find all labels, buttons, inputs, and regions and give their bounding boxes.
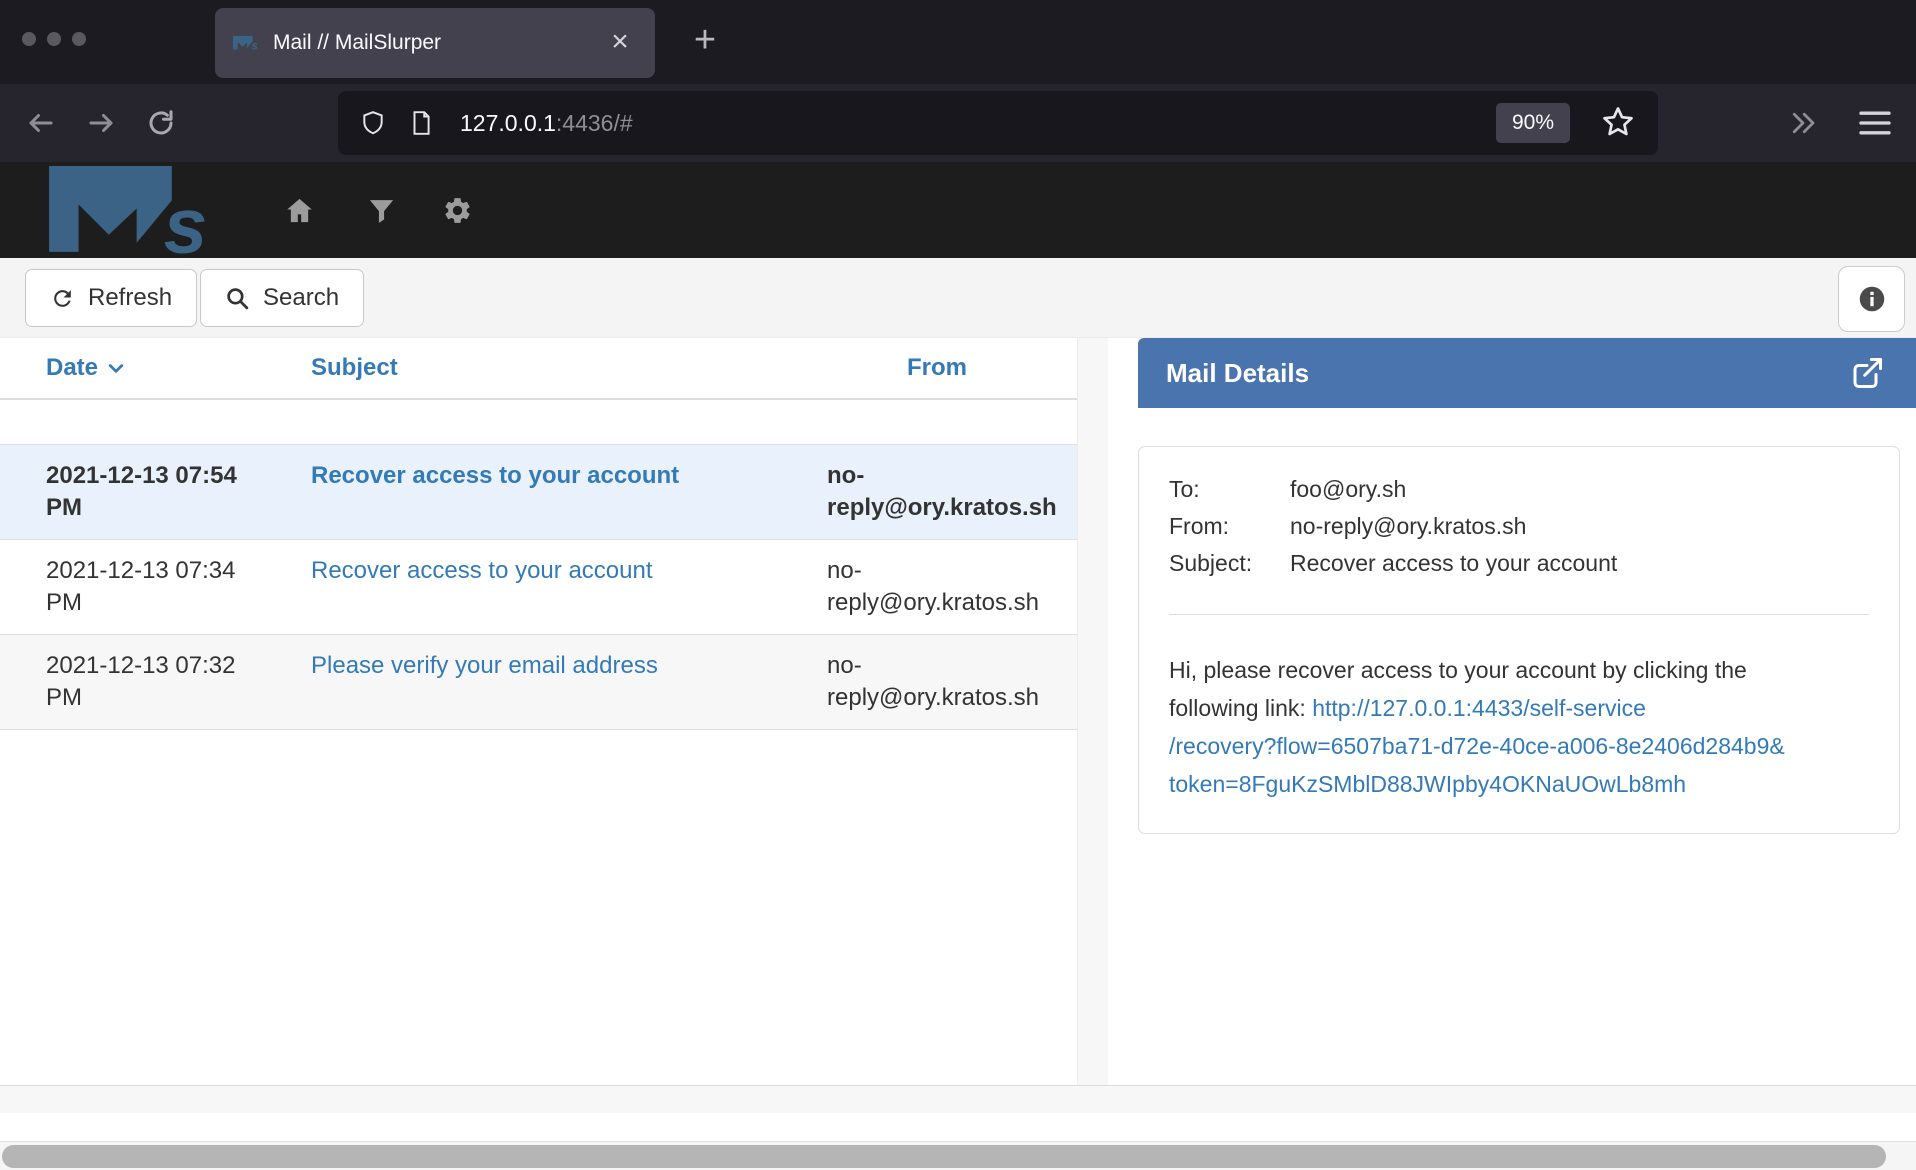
bookmark-star-icon[interactable] bbox=[1600, 104, 1636, 140]
window-controls[interactable] bbox=[22, 32, 86, 46]
refresh-icon bbox=[50, 286, 75, 311]
mail-row[interactable]: 2021-12-13 07:32 PM Please verify your e… bbox=[0, 634, 1077, 730]
column-header-date[interactable]: Date bbox=[46, 354, 256, 382]
mail-details-header: Mail Details bbox=[1138, 338, 1916, 408]
subject-value: Recover access to your account bbox=[1290, 545, 1617, 582]
to-label: To: bbox=[1169, 471, 1290, 508]
svg-text:s: s bbox=[164, 182, 208, 256]
field-subject: Subject: Recover access to your account bbox=[1169, 545, 1869, 582]
url-bar[interactable]: 127.0.0.1:4436/# 90% bbox=[338, 91, 1658, 155]
mail-body: Hi, please recover access to your accoun… bbox=[1169, 651, 1869, 803]
mail-list-body: 2021-12-13 07:54 PM Recover access to yo… bbox=[0, 400, 1077, 730]
refresh-button[interactable]: Refresh bbox=[25, 269, 197, 327]
svg-text:s: s bbox=[251, 38, 258, 52]
mail-row-from: no-reply@ory.kratos.sh bbox=[827, 650, 1057, 714]
mail-row-subject[interactable]: Recover access to your account bbox=[311, 460, 761, 524]
search-icon bbox=[225, 286, 250, 311]
to-value: foo@ory.sh bbox=[1290, 471, 1406, 508]
url-host: 127.0.0.1 bbox=[460, 110, 556, 136]
mail-row-date: 2021-12-13 07:34 PM bbox=[46, 555, 256, 619]
field-to: To: foo@ory.sh bbox=[1169, 471, 1869, 508]
horizontal-scrollbar-thumb[interactable] bbox=[2, 1145, 1886, 1168]
from-value: no-reply@ory.kratos.sh bbox=[1290, 508, 1526, 545]
mail-row-date: 2021-12-13 07:54 PM bbox=[46, 460, 256, 524]
new-tab-button[interactable]: + bbox=[678, 14, 732, 68]
browser-toolbar: 127.0.0.1:4436/# 90% bbox=[0, 84, 1916, 162]
reload-icon[interactable] bbox=[146, 108, 176, 138]
mailslurper-logo: s bbox=[30, 166, 240, 256]
body-text: following link: bbox=[1169, 695, 1306, 721]
mailslurper-navbar: s bbox=[0, 162, 1916, 258]
window-dot[interactable] bbox=[47, 32, 61, 46]
url-text[interactable]: 127.0.0.1:4436/# bbox=[460, 110, 633, 137]
browser-chrome: s Mail // MailSlurper × + 127.0.0.1:4436… bbox=[0, 0, 1916, 162]
tab-strip: s Mail // MailSlurper × + bbox=[0, 0, 1916, 84]
mail-row-date: 2021-12-13 07:32 PM bbox=[46, 650, 256, 714]
mail-row-from: no-reply@ory.kratos.sh bbox=[827, 460, 1057, 524]
zoom-level-badge[interactable]: 90% bbox=[1496, 103, 1570, 143]
window-dot[interactable] bbox=[72, 32, 86, 46]
browser-tab[interactable]: s Mail // MailSlurper × bbox=[215, 8, 655, 78]
info-button[interactable] bbox=[1838, 266, 1905, 332]
overflow-chevrons-icon[interactable] bbox=[1788, 108, 1818, 138]
main-content: Date Subject From 2021-12-13 07:54 PM Re… bbox=[0, 338, 1916, 1085]
recovery-link[interactable]: http://127.0.0.1:4433/self-service bbox=[1312, 695, 1646, 721]
open-external-icon[interactable] bbox=[1849, 355, 1885, 391]
subject-label: Subject: bbox=[1169, 545, 1290, 582]
mail-list-header-row: Date Subject From bbox=[0, 338, 1077, 400]
refresh-button-label: Refresh bbox=[88, 284, 172, 312]
recovery-link[interactable]: /recovery?flow=6507ba71-d72e-40ce-a006-8… bbox=[1169, 733, 1785, 759]
mail-list-panel: Date Subject From 2021-12-13 07:54 PM Re… bbox=[0, 338, 1078, 1085]
search-button-label: Search bbox=[263, 284, 339, 312]
column-header-subject[interactable]: Subject bbox=[311, 354, 761, 382]
forward-icon[interactable] bbox=[86, 108, 116, 138]
mail-row-subject[interactable]: Recover access to your account bbox=[311, 555, 761, 619]
mail-details-title: Mail Details bbox=[1166, 358, 1309, 389]
mailslurper-favicon: s bbox=[233, 33, 259, 53]
details-divider bbox=[1169, 614, 1869, 615]
panel-gutter bbox=[1078, 338, 1108, 1085]
mail-details-card: To: foo@ory.sh From: no-reply@ory.kratos… bbox=[1138, 446, 1900, 834]
back-icon[interactable] bbox=[26, 108, 56, 138]
filter-funnel-icon[interactable] bbox=[366, 195, 397, 226]
mail-row[interactable]: 2021-12-13 07:54 PM Recover access to yo… bbox=[0, 444, 1077, 539]
horizontal-scrollbar[interactable] bbox=[0, 1141, 1916, 1170]
mail-row-subject[interactable]: Please verify your email address bbox=[311, 650, 761, 714]
from-label: From: bbox=[1169, 508, 1290, 545]
app-toolbar: Refresh Search bbox=[0, 258, 1916, 338]
footer-strip bbox=[0, 1085, 1916, 1113]
tab-close-icon[interactable]: × bbox=[601, 23, 639, 61]
mail-details-panel: Mail Details To: foo@ory.sh From: no-rep… bbox=[1108, 338, 1916, 1085]
body-text: Hi, please recover access to your accoun… bbox=[1169, 657, 1747, 683]
tab-title: Mail // MailSlurper bbox=[273, 31, 441, 55]
gear-icon[interactable] bbox=[442, 195, 473, 226]
window-dot[interactable] bbox=[22, 32, 36, 46]
page-info-icon[interactable] bbox=[408, 110, 434, 136]
search-button[interactable]: Search bbox=[200, 269, 364, 327]
mail-row[interactable]: 2021-12-13 07:34 PM Recover access to yo… bbox=[0, 539, 1077, 634]
hamburger-menu-icon[interactable] bbox=[1858, 109, 1892, 137]
mail-row-from: no-reply@ory.kratos.sh bbox=[827, 555, 1057, 619]
home-icon[interactable] bbox=[284, 195, 315, 226]
shield-icon[interactable] bbox=[360, 110, 386, 136]
url-path: :4436/# bbox=[556, 110, 633, 136]
field-from: From: no-reply@ory.kratos.sh bbox=[1169, 508, 1869, 545]
recovery-link[interactable]: token=8FguKzSMblD88JWIpby4OKNaUOwLb8mh bbox=[1169, 771, 1686, 797]
info-icon bbox=[1858, 285, 1886, 313]
column-header-from[interactable]: From bbox=[827, 354, 967, 382]
sort-chevron-down-icon bbox=[106, 358, 126, 378]
